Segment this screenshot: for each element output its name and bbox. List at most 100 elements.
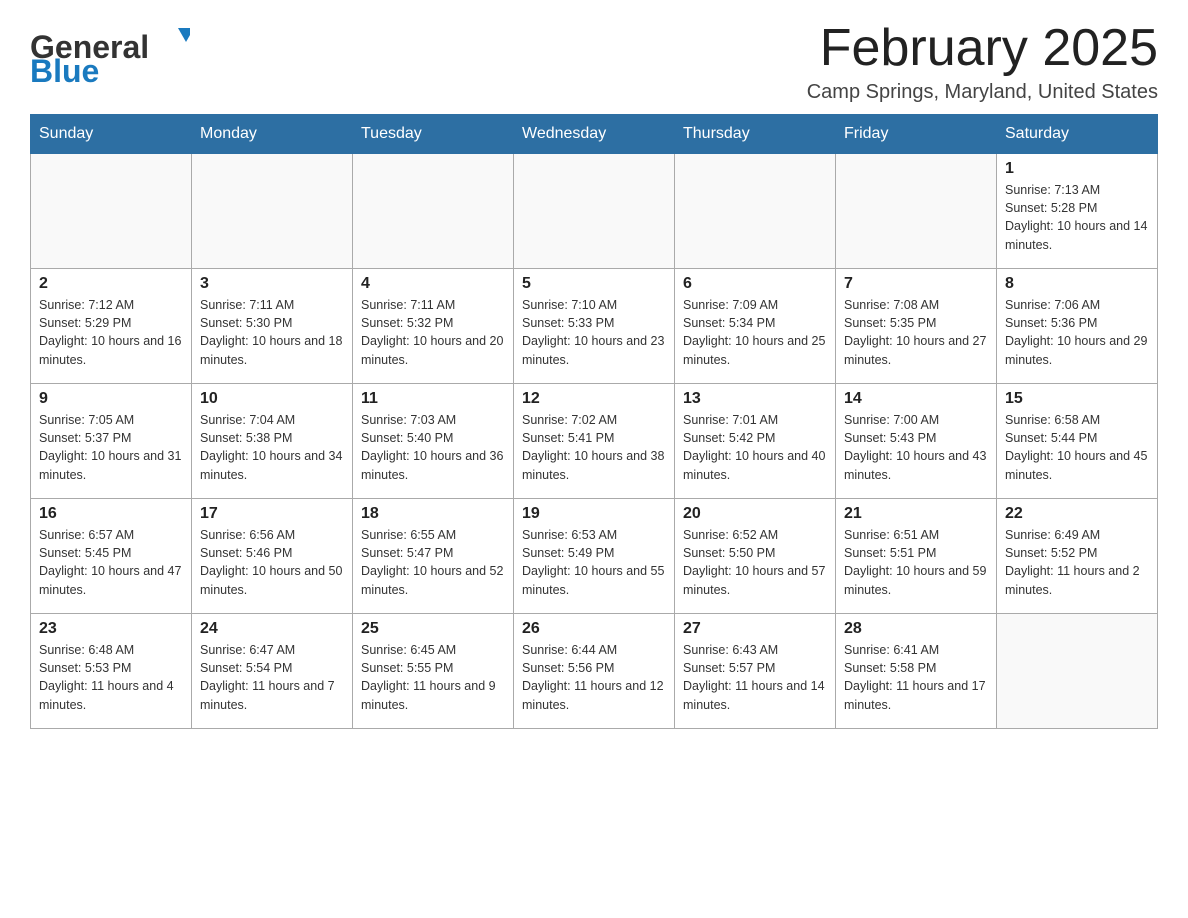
calendar-cell: 14 Sunrise: 7:00 AMSunset: 5:43 PMDayligh…: [836, 384, 997, 499]
day-number: 15: [1005, 390, 1149, 408]
calendar-cell: [514, 154, 675, 269]
calendar-week-2: 2 Sunrise: 7:12 AMSunset: 5:29 PMDaylight…: [31, 269, 1158, 384]
day-number: 27: [683, 620, 827, 638]
calendar-cell: 17 Sunrise: 6:56 AMSunset: 5:46 PMDayligh…: [192, 499, 353, 614]
day-info: Sunrise: 7:03 AMSunset: 5:40 PMDaylight:…: [361, 411, 505, 484]
weekday-header-thursday: Thursday: [675, 115, 836, 154]
calendar-cell: 20 Sunrise: 6:52 AMSunset: 5:50 PMDayligh…: [675, 499, 836, 614]
day-number: 24: [200, 620, 344, 638]
calendar-cell: [675, 154, 836, 269]
day-info: Sunrise: 6:55 AMSunset: 5:47 PMDaylight:…: [361, 526, 505, 599]
calendar-cell: 13 Sunrise: 7:01 AMSunset: 5:42 PMDayligh…: [675, 384, 836, 499]
day-info: Sunrise: 7:04 AMSunset: 5:38 PMDaylight:…: [200, 411, 344, 484]
day-info: Sunrise: 6:56 AMSunset: 5:46 PMDaylight:…: [200, 526, 344, 599]
calendar-cell: [836, 154, 997, 269]
day-number: 23: [39, 620, 183, 638]
calendar-cell: [31, 154, 192, 269]
day-info: Sunrise: 7:10 AMSunset: 5:33 PMDaylight:…: [522, 296, 666, 369]
calendar-week-3: 9Sunrise: 7:05 AMSunset: 5:37 PMDaylight…: [31, 384, 1158, 499]
calendar-cell: [997, 614, 1158, 729]
day-number: 7: [844, 275, 988, 293]
day-info: Sunrise: 6:57 AMSunset: 5:45 PMDaylight:…: [39, 526, 183, 599]
day-number: 25: [361, 620, 505, 638]
calendar-cell: 27 Sunrise: 6:43 AMSunset: 5:57 PMDayligh…: [675, 614, 836, 729]
calendar-cell: 21 Sunrise: 6:51 AMSunset: 5:51 PMDayligh…: [836, 499, 997, 614]
logo-svg: General Blue: [30, 20, 190, 85]
day-number: 1: [1005, 160, 1149, 178]
day-info: Sunrise: 7:13 AMSunset: 5:28 PMDaylight:…: [1005, 181, 1149, 254]
day-number: 28: [844, 620, 988, 638]
day-number: 10: [200, 390, 344, 408]
calendar-cell: 11 Sunrise: 7:03 AMSunset: 5:40 PMDayligh…: [353, 384, 514, 499]
calendar-cell: 22 Sunrise: 6:49 AMSunset: 5:52 PMDayligh…: [997, 499, 1158, 614]
title-block: February 2025 Camp Springs, Maryland, Un…: [807, 20, 1158, 104]
day-info: Sunrise: 6:41 AMSunset: 5:58 PMDaylight:…: [844, 641, 988, 714]
calendar-cell: 9Sunrise: 7:05 AMSunset: 5:37 PMDaylight…: [31, 384, 192, 499]
day-number: 17: [200, 505, 344, 523]
calendar-week-4: 16 Sunrise: 6:57 AMSunset: 5:45 PMDayligh…: [31, 499, 1158, 614]
day-info: Sunrise: 7:05 AMSunset: 5:37 PMDaylight:…: [39, 411, 183, 484]
day-info: Sunrise: 6:52 AMSunset: 5:50 PMDaylight:…: [683, 526, 827, 599]
calendar-cell: 25Sunrise: 6:45 AMSunset: 5:55 PMDayligh…: [353, 614, 514, 729]
day-number: 11: [361, 390, 505, 408]
calendar-cell: 23 Sunrise: 6:48 AMSunset: 5:53 PMDayligh…: [31, 614, 192, 729]
calendar-cell: 4 Sunrise: 7:11 AMSunset: 5:32 PMDaylight…: [353, 269, 514, 384]
day-info: Sunrise: 7:00 AMSunset: 5:43 PMDaylight:…: [844, 411, 988, 484]
weekday-header-sunday: Sunday: [31, 115, 192, 154]
day-info: Sunrise: 7:11 AMSunset: 5:30 PMDaylight:…: [200, 296, 344, 369]
day-info: Sunrise: 7:06 AMSunset: 5:36 PMDaylight:…: [1005, 296, 1149, 369]
day-info: Sunrise: 6:44 AMSunset: 5:56 PMDaylight:…: [522, 641, 666, 714]
day-number: 19: [522, 505, 666, 523]
calendar-cell: 8Sunrise: 7:06 AMSunset: 5:36 PMDaylight…: [997, 269, 1158, 384]
calendar-cell: 12Sunrise: 7:02 AMSunset: 5:41 PMDayligh…: [514, 384, 675, 499]
logo: General Blue: [30, 20, 190, 85]
day-number: 6: [683, 275, 827, 293]
day-info: Sunrise: 7:08 AMSunset: 5:35 PMDaylight:…: [844, 296, 988, 369]
day-number: 20: [683, 505, 827, 523]
day-info: Sunrise: 7:09 AMSunset: 5:34 PMDaylight:…: [683, 296, 827, 369]
day-number: 18: [361, 505, 505, 523]
calendar-cell: 6 Sunrise: 7:09 AMSunset: 5:34 PMDaylight…: [675, 269, 836, 384]
weekday-header-friday: Friday: [836, 115, 997, 154]
day-number: 4: [361, 275, 505, 293]
day-info: Sunrise: 6:43 AMSunset: 5:57 PMDaylight:…: [683, 641, 827, 714]
calendar-cell: 18 Sunrise: 6:55 AMSunset: 5:47 PMDayligh…: [353, 499, 514, 614]
calendar-cell: [192, 154, 353, 269]
calendar-cell: 26 Sunrise: 6:44 AMSunset: 5:56 PMDayligh…: [514, 614, 675, 729]
weekday-header-saturday: Saturday: [997, 115, 1158, 154]
weekday-header-monday: Monday: [192, 115, 353, 154]
calendar-week-5: 23 Sunrise: 6:48 AMSunset: 5:53 PMDayligh…: [31, 614, 1158, 729]
day-number: 3: [200, 275, 344, 293]
calendar-cell: 24Sunrise: 6:47 AMSunset: 5:54 PMDayligh…: [192, 614, 353, 729]
day-number: 13: [683, 390, 827, 408]
day-info: Sunrise: 7:01 AMSunset: 5:42 PMDaylight:…: [683, 411, 827, 484]
day-info: Sunrise: 6:48 AMSunset: 5:53 PMDaylight:…: [39, 641, 183, 714]
day-number: 21: [844, 505, 988, 523]
calendar-cell: 1 Sunrise: 7:13 AMSunset: 5:28 PMDaylight…: [997, 154, 1158, 269]
calendar-cell: [353, 154, 514, 269]
day-info: Sunrise: 7:11 AMSunset: 5:32 PMDaylight:…: [361, 296, 505, 369]
calendar-cell: 7 Sunrise: 7:08 AMSunset: 5:35 PMDaylight…: [836, 269, 997, 384]
day-number: 12: [522, 390, 666, 408]
calendar-body: 1 Sunrise: 7:13 AMSunset: 5:28 PMDaylight…: [31, 154, 1158, 729]
calendar-cell: 28 Sunrise: 6:41 AMSunset: 5:58 PMDayligh…: [836, 614, 997, 729]
day-number: 22: [1005, 505, 1149, 523]
day-info: Sunrise: 6:58 AMSunset: 5:44 PMDaylight:…: [1005, 411, 1149, 484]
weekday-header-wednesday: Wednesday: [514, 115, 675, 154]
day-info: Sunrise: 6:49 AMSunset: 5:52 PMDaylight:…: [1005, 526, 1149, 599]
day-number: 14: [844, 390, 988, 408]
calendar-header: SundayMondayTuesdayWednesdayThursdayFrid…: [31, 115, 1158, 154]
page-header: General Blue February 2025 Camp Springs,…: [30, 20, 1158, 104]
day-number: 26: [522, 620, 666, 638]
day-number: 2: [39, 275, 183, 293]
day-info: Sunrise: 6:51 AMSunset: 5:51 PMDaylight:…: [844, 526, 988, 599]
day-number: 16: [39, 505, 183, 523]
day-info: Sunrise: 7:12 AMSunset: 5:29 PMDaylight:…: [39, 296, 183, 369]
calendar-cell: 5Sunrise: 7:10 AMSunset: 5:33 PMDaylight…: [514, 269, 675, 384]
calendar-cell: 2 Sunrise: 7:12 AMSunset: 5:29 PMDaylight…: [31, 269, 192, 384]
calendar-cell: 10 Sunrise: 7:04 AMSunset: 5:38 PMDayligh…: [192, 384, 353, 499]
location-title: Camp Springs, Maryland, United States: [807, 81, 1158, 104]
weekday-row: SundayMondayTuesdayWednesdayThursdayFrid…: [31, 115, 1158, 154]
weekday-header-tuesday: Tuesday: [353, 115, 514, 154]
month-title: February 2025: [807, 20, 1158, 77]
